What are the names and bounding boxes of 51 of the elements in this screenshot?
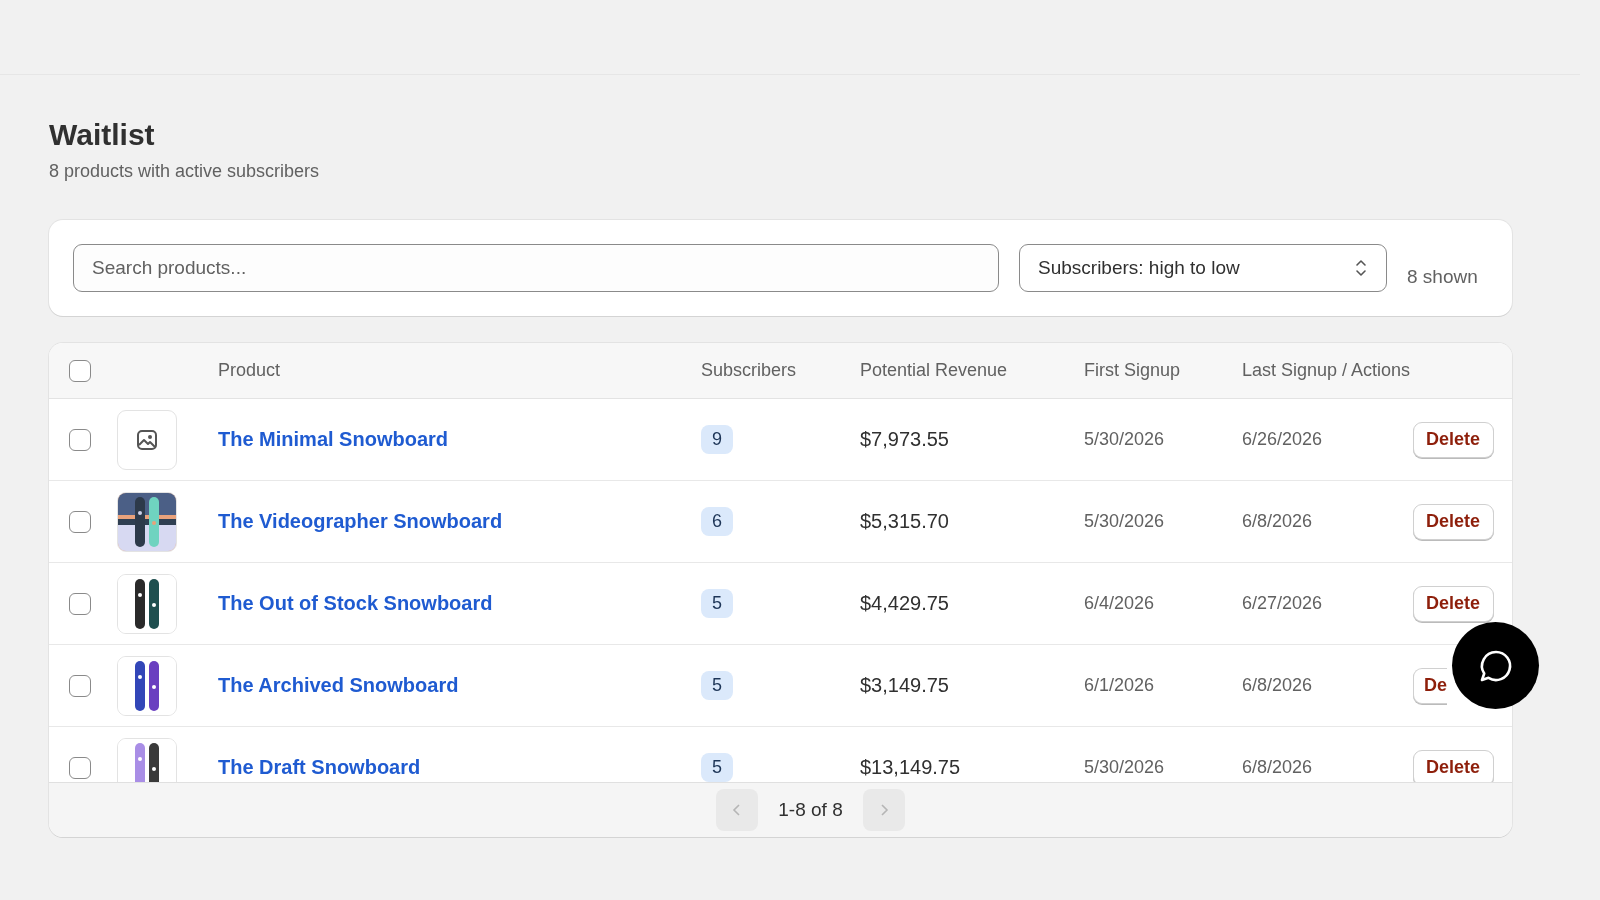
delete-button[interactable]: Delete — [1413, 749, 1494, 782]
page-range: 1-8 of 8 — [777, 799, 844, 821]
subscriber-count: 9 — [701, 425, 733, 454]
table-cell-text: 6/4/2026 — [1084, 593, 1156, 614]
search-field[interactable]: Search products... — [73, 244, 999, 292]
table-cell-text: $13,149.75 — [860, 756, 962, 779]
sort-select[interactable]: Subscribers: high to low — [1019, 244, 1387, 292]
page-subtitle: 8 products with active subscribers — [49, 161, 321, 182]
table-cell-text: $4,429.75 — [860, 592, 950, 615]
subscriber-count: 5 — [701, 671, 733, 700]
row-checkbox[interactable] — [69, 428, 91, 451]
table-cell-text: 6/8/2026 — [1242, 511, 1314, 532]
row-checkbox[interactable] — [69, 592, 91, 615]
image-placeholder-icon — [117, 409, 177, 470]
table-cell-text: 6/8/2026 — [1242, 675, 1314, 696]
row-checkbox[interactable] — [69, 510, 91, 533]
subscriber-count: 5 — [701, 589, 733, 618]
shown-count: 8 shown — [1407, 265, 1478, 288]
row-checkbox[interactable] — [69, 674, 91, 697]
column-header: Last Signup / Actions — [1242, 360, 1412, 381]
subscriber-count: 5 — [701, 753, 733, 782]
table-cell-text: 6/26/2026 — [1242, 429, 1324, 450]
table-cell-text: 5/30/2026 — [1084, 757, 1166, 778]
delete-button[interactable]: Delete — [1413, 503, 1494, 540]
select-all-checkbox[interactable] — [69, 359, 91, 382]
product-link[interactable]: The Draft Snowboard — [218, 756, 701, 779]
table-cell-text: $7,973.55 — [860, 428, 950, 451]
page-title: Waitlist — [49, 117, 156, 153]
column-header: Product — [218, 360, 282, 381]
subscriber-count: 6 — [701, 507, 733, 536]
table-cell-text: $5,315.70 — [860, 510, 950, 533]
column-header: Subscribers — [701, 360, 798, 381]
product-link[interactable]: The Minimal Snowboard — [218, 428, 701, 451]
delete-button[interactable]: Delete — [1413, 585, 1494, 622]
table-cell-text: $3,149.75 — [860, 674, 950, 697]
chevron-left-icon — [732, 802, 743, 818]
row-checkbox[interactable] — [69, 756, 91, 779]
chevron-updown-icon — [1354, 257, 1368, 279]
chevron-right-icon — [878, 802, 889, 818]
product-link[interactable]: The Videographer Snowboard — [218, 510, 701, 533]
table-cell-text: 6/8/2026 — [1242, 757, 1314, 778]
delete-button[interactable]: De — [1413, 667, 1447, 704]
column-header: Potential Revenue — [860, 360, 1009, 381]
product-link[interactable]: The Out of Stock Snowboard — [218, 592, 701, 615]
delete-button[interactable]: Delete — [1413, 421, 1494, 458]
table-cell-text: 5/30/2026 — [1084, 511, 1166, 532]
table-cell-text: 6/1/2026 — [1084, 675, 1156, 696]
column-header: First Signup — [1084, 360, 1182, 381]
table-cell-text: 5/30/2026 — [1084, 429, 1166, 450]
table-cell-text: 6/27/2026 — [1242, 593, 1324, 614]
product-link[interactable]: The Archived Snowboard — [218, 674, 701, 697]
